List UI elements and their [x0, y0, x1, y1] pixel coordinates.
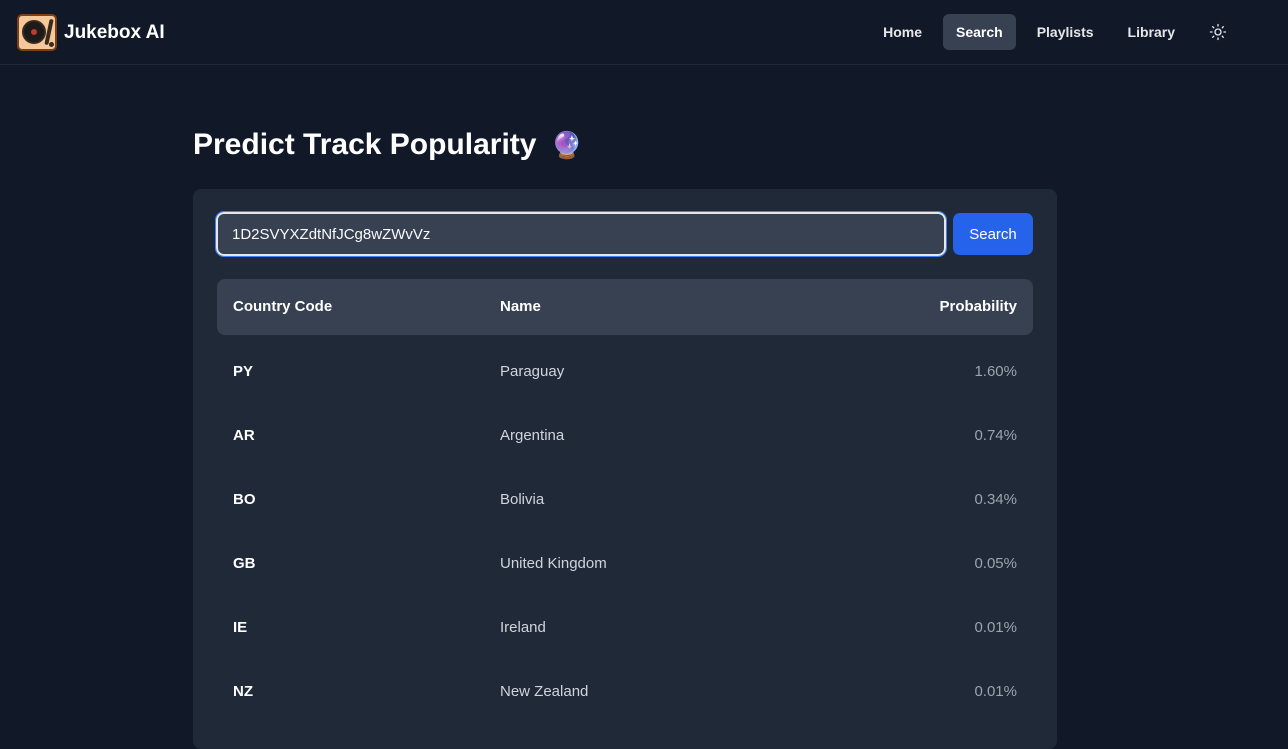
header-name: Name: [500, 298, 541, 315]
cell-country-code: PY: [233, 363, 254, 380]
theme-toggle-button[interactable]: [1200, 14, 1236, 50]
search-button[interactable]: Search: [953, 213, 1033, 255]
cell-country-code: AR: [233, 427, 255, 444]
cell-name: Paraguay: [500, 363, 565, 380]
cell-name: Ireland: [500, 619, 546, 636]
page-title: Predict Track Popularity 🔮: [193, 128, 583, 162]
brand-link[interactable]: Jukebox AI: [17, 14, 165, 51]
nav-search[interactable]: Search: [943, 14, 1016, 50]
cell-probability: 0.01%: [974, 619, 1017, 636]
cell-country-code: IE: [233, 619, 248, 636]
header-country-code: Country Code: [233, 298, 333, 315]
cell-probability: 0.74%: [974, 427, 1017, 444]
table-row: NZ New Zealand 0.01%: [217, 659, 1033, 723]
cell-name: United Kingdom: [500, 555, 607, 572]
crystal-ball-icon: 🔮: [550, 129, 583, 160]
cell-name: Bolivia: [500, 491, 545, 508]
cell-country-code: NZ: [233, 683, 253, 700]
table-row: AR Argentina 0.74%: [217, 403, 1033, 467]
jukebox-logo: [17, 14, 57, 51]
table-body: PY Paraguay 1.60% AR Argentina 0.74% BO …: [217, 339, 1033, 723]
cell-country-code: GB: [233, 555, 256, 572]
table-row: PY Paraguay 1.60%: [217, 339, 1033, 403]
cell-name: Argentina: [500, 427, 565, 444]
cell-probability: 0.01%: [974, 683, 1017, 700]
cell-probability: 0.34%: [974, 491, 1017, 508]
navbar: Jukebox AI Home Search Playlists Library: [0, 0, 1288, 65]
cell-probability: 1.60%: [974, 363, 1017, 380]
table-header: Country Code Name Probability: [217, 279, 1033, 335]
table-row: IE Ireland 0.01%: [217, 595, 1033, 659]
nav-menu: Home Search Playlists Library: [862, 14, 1236, 50]
cell-name: New Zealand: [500, 683, 589, 700]
cell-country-code: BO: [233, 491, 256, 508]
sun-icon: [1209, 23, 1227, 41]
prediction-card: Search Country Code Name Probability PY …: [193, 189, 1057, 749]
track-id-input[interactable]: [215, 211, 947, 257]
nav-library[interactable]: Library: [1115, 14, 1188, 50]
header-probability: Probability: [939, 298, 1017, 315]
cell-probability: 0.05%: [974, 555, 1017, 572]
nav-playlists[interactable]: Playlists: [1024, 14, 1107, 50]
table-row: GB United Kingdom 0.05%: [217, 531, 1033, 595]
brand-name: Jukebox AI: [64, 21, 165, 43]
nav-home[interactable]: Home: [870, 14, 935, 50]
table-row: BO Bolivia 0.34%: [217, 467, 1033, 531]
page-title-text: Predict Track Popularity: [193, 128, 537, 161]
